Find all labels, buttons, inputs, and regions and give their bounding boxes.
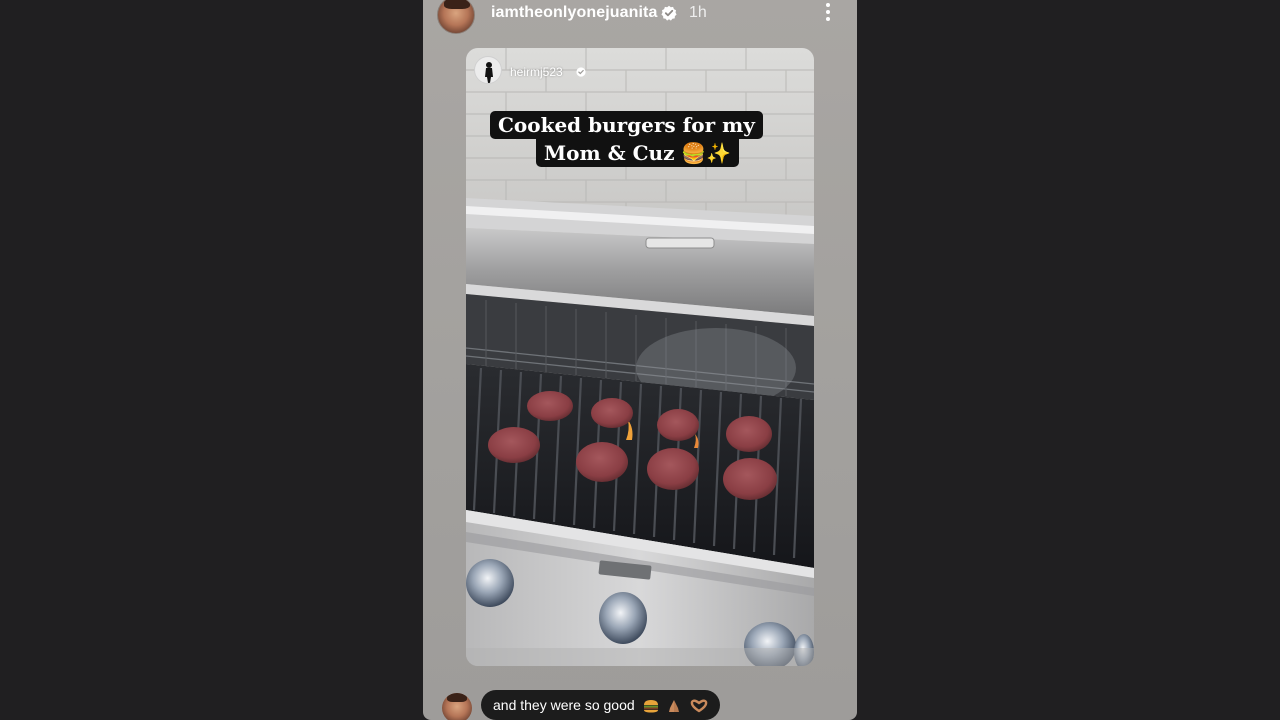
post-verified-badge-icon xyxy=(576,67,586,77)
story-header: iamtheonlyonejuanita 1h xyxy=(423,0,857,34)
heart-hands-emoji-icon xyxy=(691,699,708,713)
story-author-username[interactable]: iamtheonlyonejuanita xyxy=(491,4,657,22)
story-timestamp: 1h xyxy=(689,4,707,21)
reply-message[interactable]: and they were so good xyxy=(481,690,721,720)
verified-badge-icon xyxy=(661,5,677,21)
post-caption-line-1: Cooked burgers for my xyxy=(490,111,763,139)
more-options-icon[interactable] xyxy=(821,3,835,25)
post-author-username[interactable]: heirmj523 xyxy=(510,65,563,79)
post-author-avatar[interactable] xyxy=(474,56,502,84)
burger-emoji-icon xyxy=(643,700,658,713)
screen: iamtheonlyonejuanita 1h heirmj523 Cooked… xyxy=(0,0,1280,720)
story-viewer[interactable]: iamtheonlyonejuanita 1h heirmj523 Cooked… xyxy=(423,0,857,720)
reply-author-avatar[interactable] xyxy=(442,693,472,720)
reply-text: and they were so good xyxy=(493,697,635,713)
folded-hands-emoji-icon xyxy=(669,700,680,713)
story-author-avatar[interactable] xyxy=(437,0,475,34)
post-caption-line-2: Mom & Cuz 🍔✨ xyxy=(536,139,740,167)
reshared-post[interactable]: heirmj523 Cooked burgers for my Mom & Cu… xyxy=(466,48,814,666)
